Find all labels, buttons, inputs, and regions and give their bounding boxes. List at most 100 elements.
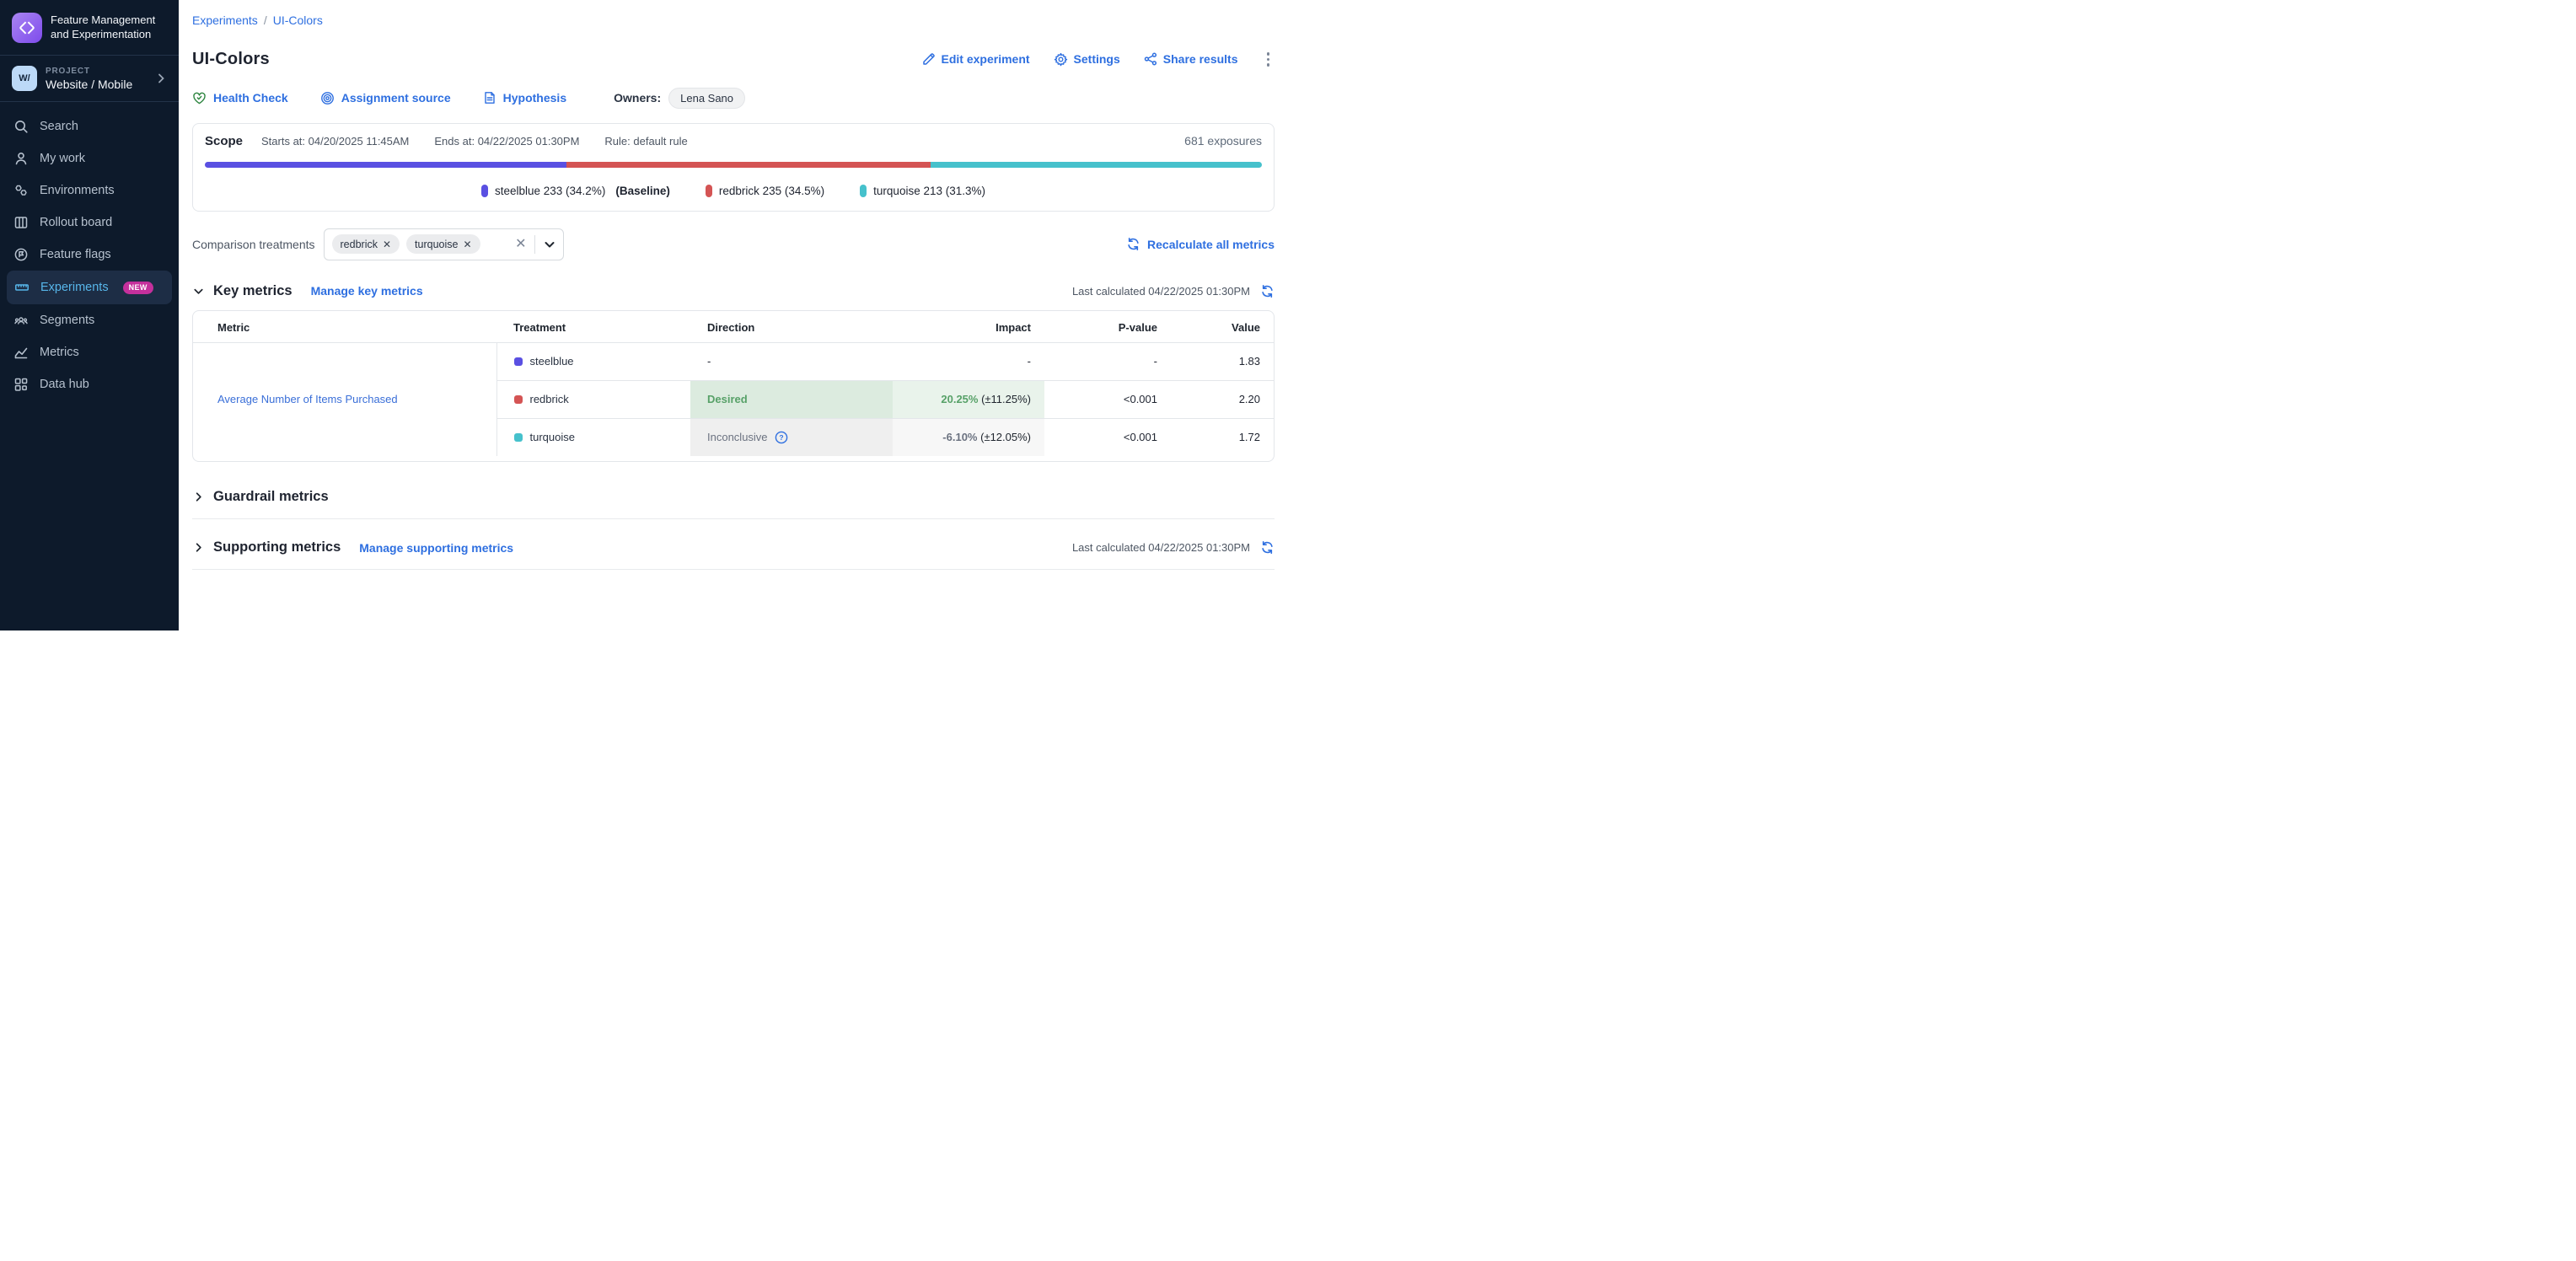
distribution-segment-steelblue xyxy=(205,162,566,168)
chevron-down-icon[interactable] xyxy=(543,238,556,251)
treatment-cell: turquoise xyxy=(496,418,690,456)
document-icon xyxy=(483,91,496,105)
project-name: Website / Mobile xyxy=(46,78,147,91)
clear-all-icon[interactable]: ✕ xyxy=(515,238,526,251)
remove-chip-icon[interactable]: ✕ xyxy=(463,239,471,250)
chip-turquoise: turquoise ✕ xyxy=(406,234,480,254)
table-header-row: Metric Treatment Direction Impact P-valu… xyxy=(193,311,1274,343)
breadcrumb-experiments-link[interactable]: Experiments xyxy=(192,13,258,27)
scope-rule: Rule: default rule xyxy=(604,135,687,148)
treatment-cell: steelblue xyxy=(496,342,690,380)
page-title: UI-Colors xyxy=(192,50,270,69)
sidebar-item-segments[interactable]: Segments xyxy=(0,304,179,336)
more-options-button[interactable] xyxy=(1262,49,1275,70)
share-icon xyxy=(1144,52,1157,66)
help-circle-icon[interactable]: ? xyxy=(775,431,788,444)
manage-key-metrics-link[interactable]: Manage key metrics xyxy=(311,284,423,298)
refresh-icon xyxy=(1260,540,1275,555)
assignment-source-link[interactable]: Assignment source xyxy=(320,91,451,105)
people-icon xyxy=(13,313,29,328)
supporting-metrics-expand-button[interactable] xyxy=(192,541,205,554)
hypothesis-link[interactable]: Hypothesis xyxy=(483,91,566,105)
new-badge: NEW xyxy=(123,282,153,294)
project-eyebrow: PROJECT xyxy=(46,67,147,76)
pvalue-cell: <0.001 xyxy=(1044,418,1171,456)
section-divider xyxy=(192,569,1275,570)
guardrail-metrics-expand-button[interactable] xyxy=(192,491,205,503)
breadcrumb-current-link[interactable]: UI-Colors xyxy=(273,13,323,27)
environments-icon xyxy=(13,183,29,198)
pencil-icon xyxy=(922,52,936,66)
col-header-impact: Impact xyxy=(893,311,1044,343)
sidebar-item-environments[interactable]: Environments xyxy=(0,174,179,207)
chevron-right-icon xyxy=(192,491,205,503)
sidebar-item-experiments[interactable]: Experiments NEW xyxy=(7,271,172,304)
direction-cell: - xyxy=(690,342,893,380)
sidebar-item-data-hub[interactable]: Data hub xyxy=(0,368,179,400)
search-icon xyxy=(13,119,29,134)
scope-starts: Starts at: 04/20/2025 11:45AM xyxy=(261,135,409,148)
legend-item-turquoise: turquoise 213 (31.3%) xyxy=(860,185,985,197)
col-header-pvalue: P-value xyxy=(1044,311,1171,343)
comparison-treatments-select[interactable]: redbrick ✕ turquoise ✕ ✕ xyxy=(324,228,564,260)
manage-supporting-metrics-link[interactable]: Manage supporting metrics xyxy=(359,541,513,555)
treatment-cell: redbrick xyxy=(496,380,690,418)
flag-circle-icon xyxy=(13,247,29,262)
sidebar: Feature Management and Experimentation W… xyxy=(0,0,179,630)
sidebar-item-metrics[interactable]: Metrics xyxy=(0,336,179,368)
section-divider xyxy=(192,518,1275,519)
key-metrics-table: Metric Treatment Direction Impact P-valu… xyxy=(193,311,1274,457)
steelblue-swatch xyxy=(481,185,488,197)
impact-cell: 20.25% (±11.25%) xyxy=(893,380,1044,418)
user-icon xyxy=(13,151,29,166)
product-title: Feature Management and Experimentation xyxy=(51,13,167,41)
recalculate-all-metrics-button[interactable]: Recalculate all metrics xyxy=(1126,237,1275,251)
key-metrics-refresh-button[interactable] xyxy=(1260,284,1275,298)
scope-title: Scope xyxy=(205,134,243,148)
value-cell: 1.83 xyxy=(1171,342,1274,380)
ruler-icon xyxy=(14,280,30,295)
turquoise-swatch xyxy=(514,433,523,442)
data-hub-icon xyxy=(13,377,29,392)
distribution-legend: steelblue 233 (34.2%) (Baseline) redbric… xyxy=(205,185,1262,197)
key-metrics-title: Key metrics xyxy=(213,283,292,299)
svg-text:?: ? xyxy=(779,433,783,442)
sidebar-item-search[interactable]: Search xyxy=(0,110,179,142)
redbrick-swatch xyxy=(706,185,712,197)
sidebar-nav: Search My work Environments Rollout boar… xyxy=(0,102,179,409)
owner-pill: Lena Sano xyxy=(668,88,745,109)
select-divider xyxy=(534,235,535,254)
distribution-segment-turquoise xyxy=(931,162,1262,168)
target-icon xyxy=(320,91,335,105)
refresh-icon xyxy=(1126,237,1140,251)
scope-panel: Scope Starts at: 04/20/2025 11:45AM Ends… xyxy=(192,123,1275,212)
supporting-metrics-refresh-button[interactable] xyxy=(1260,540,1275,555)
settings-button[interactable]: Settings xyxy=(1054,52,1120,67)
table-row: Average Number of Items Purchased steelb… xyxy=(193,342,1274,380)
health-check-link[interactable]: Health Check xyxy=(192,91,288,105)
sidebar-item-feature-flags[interactable]: Feature flags xyxy=(0,239,179,271)
share-results-button[interactable]: Share results xyxy=(1144,52,1238,66)
supporting-metrics-title: Supporting metrics xyxy=(213,539,341,555)
direction-cell: Desired xyxy=(690,380,893,418)
breadcrumb: Experiments / UI-Colors xyxy=(192,13,1275,27)
project-switcher[interactable]: W/ PROJECT Website / Mobile xyxy=(0,56,179,102)
steelblue-swatch xyxy=(514,357,523,366)
chevron-right-icon xyxy=(155,72,167,84)
key-metrics-collapse-button[interactable] xyxy=(192,285,205,298)
metric-link[interactable]: Average Number of Items Purchased xyxy=(217,393,398,405)
chevron-right-icon xyxy=(192,541,205,554)
turquoise-swatch xyxy=(860,185,867,197)
sidebar-item-rollout-board[interactable]: Rollout board xyxy=(0,207,179,239)
col-header-value: Value xyxy=(1171,311,1274,343)
col-header-direction: Direction xyxy=(690,311,893,343)
remove-chip-icon[interactable]: ✕ xyxy=(383,239,391,250)
edit-experiment-button[interactable]: Edit experiment xyxy=(922,52,1030,66)
metric-cell: Average Number of Items Purchased xyxy=(193,342,496,456)
value-cell: 1.72 xyxy=(1171,418,1274,456)
baseline-label: (Baseline) xyxy=(615,185,670,197)
sidebar-item-my-work[interactable]: My work xyxy=(0,142,179,174)
key-metrics-last-calculated: Last calculated 04/22/2025 01:30PM xyxy=(1072,285,1250,298)
comparison-treatments-label: Comparison treatments xyxy=(192,238,315,251)
guardrail-metrics-title: Guardrail metrics xyxy=(213,489,329,505)
